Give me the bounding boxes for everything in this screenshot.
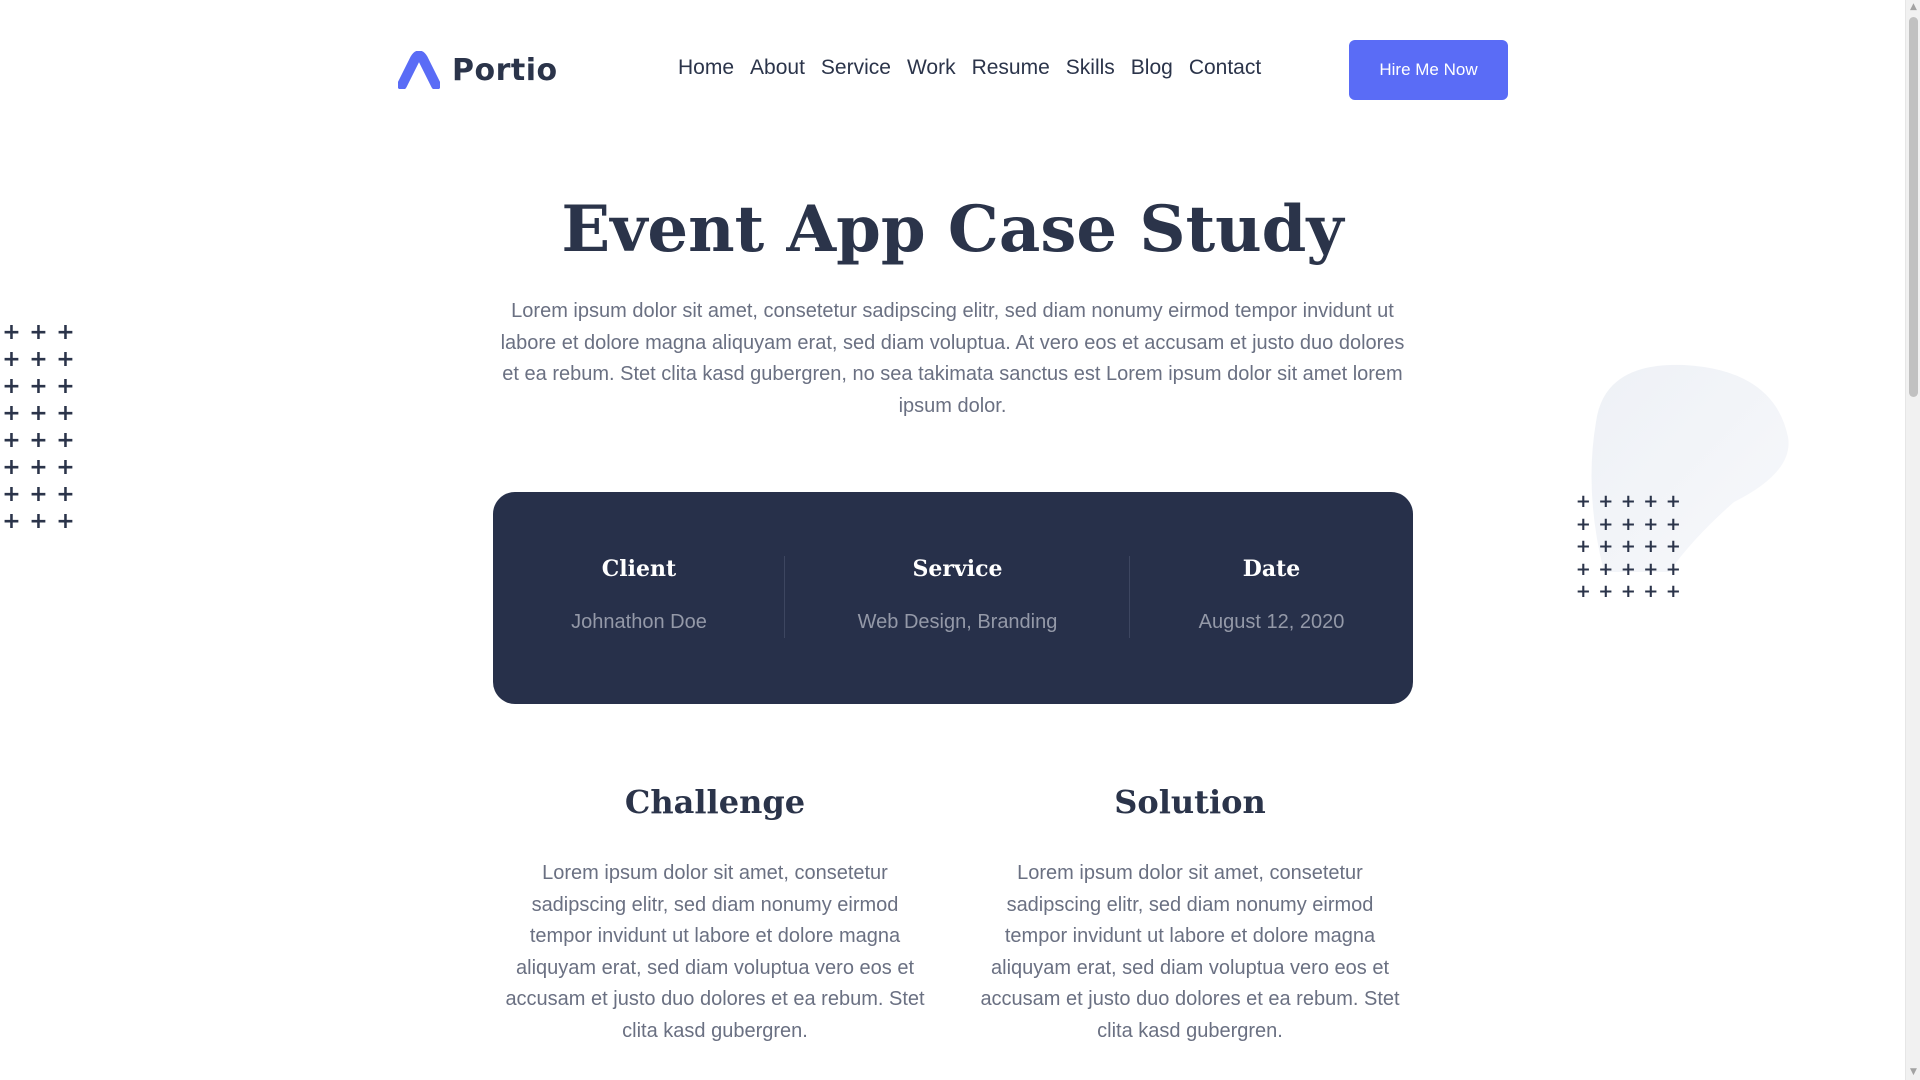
- page-title: Event App Case Study: [561, 192, 1344, 267]
- nav-item-service[interactable]: Service: [821, 56, 891, 80]
- plus-icon: +: [1643, 513, 1659, 535]
- plus-icon: +: [1598, 581, 1614, 602]
- plus-icon: +: [29, 428, 48, 453]
- brand-logo[interactable]: Portio: [398, 48, 558, 92]
- plus-icon: +: [29, 455, 48, 480]
- plus-icon: +: [1620, 513, 1636, 535]
- plus-icon: +: [29, 482, 48, 507]
- info-date-label: Date: [1242, 556, 1301, 582]
- info-service: Service Web Design, Branding: [785, 492, 1130, 704]
- plus-icon: +: [1620, 558, 1636, 580]
- plus-icon: +: [2, 401, 21, 426]
- plus-icon: +: [56, 320, 75, 345]
- info-client: Client Johnathon Doe: [493, 492, 785, 704]
- plus-icon: +: [2, 482, 21, 507]
- plus-icon: +: [1643, 536, 1659, 557]
- challenge-body: Lorem ipsum dolor sit amet, consetetur s…: [505, 862, 925, 1042]
- plus-icon: +: [1598, 491, 1614, 512]
- plus-icon: +: [1620, 491, 1636, 512]
- plus-icon: +: [1665, 536, 1681, 557]
- hire-me-button[interactable]: Hire Me Now: [1349, 40, 1508, 100]
- plus-icon: +: [56, 455, 75, 480]
- plus-icon: +: [1598, 536, 1614, 557]
- site-header: Portio Home About Service Work Resume Sk…: [0, 0, 1905, 140]
- nav-item-contact[interactable]: Contact: [1189, 56, 1261, 80]
- plus-icon: +: [56, 374, 75, 399]
- nav-item-home[interactable]: Home: [678, 56, 734, 80]
- plus-icon: +: [2, 428, 21, 453]
- info-client-value: Johnathon Doe: [571, 611, 707, 633]
- plus-icon: +: [1620, 536, 1636, 557]
- brand-name: Portio: [452, 52, 558, 88]
- plus-icon: +: [1665, 513, 1681, 535]
- page: Portio Home About Service Work Resume Sk…: [0, 0, 1905, 1080]
- info-date: Date August 12, 2020: [1130, 492, 1413, 704]
- plus-icon: +: [56, 347, 75, 372]
- scroll-down-arrow-icon[interactable]: ▼: [1906, 1065, 1920, 1080]
- nav-item-resume[interactable]: Resume: [972, 56, 1050, 80]
- plus-icon: +: [1575, 558, 1591, 580]
- plus-icon: +: [29, 509, 48, 534]
- plus-icon: +: [29, 347, 48, 372]
- vertical-scrollbar[interactable]: ▲ ▼: [1905, 0, 1920, 1080]
- plus-icon: +: [2, 455, 21, 480]
- intro-paragraph: Lorem ipsum dolor sit amet, consetetur s…: [500, 300, 1405, 417]
- nav-item-blog[interactable]: Blog: [1131, 56, 1173, 80]
- info-date-value: August 12, 2020: [1198, 611, 1345, 633]
- plus-icon: +: [29, 401, 48, 426]
- scrollbar-thumb[interactable]: [1909, 17, 1918, 397]
- plus-icon: +: [56, 401, 75, 426]
- plus-icon: +: [56, 509, 75, 534]
- info-service-value: Web Design, Branding: [857, 611, 1058, 633]
- info-client-label: Client: [601, 556, 677, 582]
- plus-icon: +: [2, 347, 21, 372]
- nav-item-work[interactable]: Work: [907, 56, 956, 80]
- decor-plus-grid-left: + + + + + + + + + + + + + + + + + + + + + + + +: [0, 320, 79, 536]
- plus-icon: +: [1665, 558, 1681, 580]
- scroll-up-arrow-icon[interactable]: ▲: [1906, 0, 1920, 15]
- project-info-card: Client Johnathon Doe Service Web Design,…: [493, 492, 1413, 704]
- plus-icon: +: [2, 374, 21, 399]
- plus-icon: +: [1620, 581, 1636, 602]
- plus-icon: +: [1598, 513, 1614, 535]
- plus-icon: +: [1598, 558, 1614, 580]
- plus-icon: +: [2, 509, 21, 534]
- plus-icon: +: [1665, 581, 1681, 602]
- plus-icon: +: [1575, 581, 1591, 602]
- plus-icon: +: [1643, 558, 1659, 580]
- solution-heading: Solution: [1114, 783, 1266, 821]
- solution-section: Solution Lorem ipsum dolor sit amet, con…: [975, 780, 1405, 1047]
- portio-logo-icon: [398, 51, 440, 89]
- plus-icon: +: [29, 320, 48, 345]
- challenge-section: Challenge Lorem ipsum dolor sit amet, co…: [500, 780, 930, 1047]
- plus-icon: +: [29, 374, 48, 399]
- plus-icon: +: [1665, 491, 1681, 512]
- plus-icon: +: [1575, 491, 1591, 512]
- info-service-label: Service: [912, 556, 1003, 582]
- solution-body: Lorem ipsum dolor sit amet, consetetur s…: [980, 862, 1400, 1042]
- main-nav: Home About Service Work Resume Skills Bl…: [678, 56, 1261, 80]
- nav-item-skills[interactable]: Skills: [1066, 56, 1115, 80]
- plus-icon: +: [1643, 581, 1659, 602]
- plus-icon: +: [1575, 536, 1591, 557]
- plus-icon: +: [2, 320, 21, 345]
- nav-item-about[interactable]: About: [750, 56, 805, 80]
- plus-icon: +: [1643, 491, 1659, 512]
- challenge-heading: Challenge: [624, 783, 806, 821]
- decor-plus-grid-right: + + + + + + + + + + + + + + + + + + + + + + + + +: [1572, 491, 1685, 604]
- plus-icon: +: [1575, 513, 1591, 535]
- plus-icon: +: [56, 428, 75, 453]
- plus-icon: +: [56, 482, 75, 507]
